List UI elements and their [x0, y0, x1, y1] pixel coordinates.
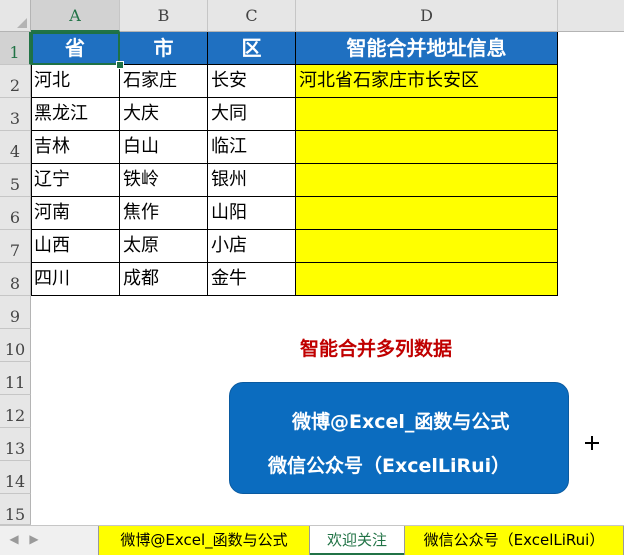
table-cell[interactable]: 大庆 — [120, 98, 208, 131]
info-box-wechat: 微信公众号（ExcelLiRui） — [268, 455, 511, 477]
table-cell[interactable]: 河北 — [31, 65, 120, 98]
merged-address-cell[interactable] — [296, 197, 558, 230]
table-cell[interactable]: 太原 — [120, 230, 208, 263]
info-box: 微博@Excel_函数与公式 微信公众号（ExcelLiRui） — [229, 382, 569, 494]
table-cell[interactable]: 四川 — [31, 263, 120, 296]
table-left-border — [31, 32, 32, 296]
table-cell[interactable]: 辽宁 — [31, 164, 120, 197]
merged-address-cell[interactable] — [296, 98, 558, 131]
table-cell[interactable]: 临江 — [208, 131, 296, 164]
merged-address-cell[interactable] — [296, 230, 558, 263]
table-header-province[interactable]: 省 — [31, 32, 120, 65]
fill-handle[interactable] — [116, 61, 124, 69]
tab-scroll-left-icon[interactable]: ◀ — [4, 532, 24, 550]
sheet-tab-weibo[interactable]: 微博@Excel_函数与公式 — [98, 526, 310, 555]
table-cell[interactable]: 成都 — [120, 263, 208, 296]
table-cell[interactable]: 金牛 — [208, 263, 296, 296]
table-cell[interactable]: 铁岭 — [120, 164, 208, 197]
select-all-triangle-icon — [17, 18, 27, 28]
table-header-district[interactable]: 区 — [208, 32, 296, 65]
table-cell[interactable]: 黑龙江 — [31, 98, 120, 131]
column-header-b[interactable]: B — [120, 0, 208, 32]
column-header-d[interactable]: D — [296, 0, 558, 32]
table-cell[interactable]: 长安 — [208, 65, 296, 98]
row-header-6[interactable]: 6 — [0, 197, 31, 230]
table-cell[interactable]: 大同 — [208, 98, 296, 131]
column-header-a[interactable]: A — [31, 0, 120, 32]
cell-cursor-icon — [585, 436, 599, 450]
sheet-tab-welcome[interactable]: 欢迎关注 — [310, 526, 404, 555]
sheet-tab-bar: ◀ ▶ 微博@Excel_函数与公式 欢迎关注 微信公众号（ExcelLiRui… — [0, 525, 624, 555]
table-cell[interactable]: 石家庄 — [120, 65, 208, 98]
row-header-1[interactable]: 1 — [0, 32, 31, 65]
table-cell[interactable]: 银州 — [208, 164, 296, 197]
row-header-14[interactable]: 14 — [0, 461, 31, 494]
row-header-13[interactable]: 13 — [0, 428, 31, 461]
column-header-c[interactable]: C — [208, 0, 296, 32]
row-header-11[interactable]: 11 — [0, 362, 31, 395]
annotation-title: 智能合并多列数据 — [300, 338, 453, 360]
table-cell[interactable]: 河南 — [31, 197, 120, 230]
row-header-3[interactable]: 3 — [0, 98, 31, 131]
table-cell[interactable]: 山阳 — [208, 197, 296, 230]
merged-address-cell[interactable]: 河北省石家庄市长安区 — [296, 65, 558, 98]
merged-address-cell[interactable] — [296, 131, 558, 164]
table-cell[interactable]: 白山 — [120, 131, 208, 164]
column-header-e[interactable] — [558, 0, 624, 32]
table-header-merged-address[interactable]: 智能合并地址信息 — [296, 32, 558, 65]
row-header-15[interactable]: 15 — [0, 494, 31, 525]
row-header-10[interactable]: 10 — [0, 329, 31, 362]
row-header-7[interactable]: 7 — [0, 230, 31, 263]
row-header-8[interactable]: 8 — [0, 263, 31, 296]
row-header-2[interactable]: 2 — [0, 65, 31, 98]
merged-address-cell[interactable] — [296, 164, 558, 197]
row-header-4[interactable]: 4 — [0, 131, 31, 164]
row-header-9[interactable]: 9 — [0, 296, 31, 329]
sheet-tab-wechat[interactable]: 微信公众号（ExcelLiRui） — [404, 526, 624, 555]
merged-address-cell[interactable] — [296, 263, 558, 296]
table-cell[interactable]: 焦作 — [120, 197, 208, 230]
table-header-city[interactable]: 市 — [120, 32, 208, 65]
tab-scroll-right-icon[interactable]: ▶ — [24, 532, 44, 550]
row-header-12[interactable]: 12 — [0, 395, 31, 428]
table-cell[interactable]: 山西 — [31, 230, 120, 263]
info-box-weibo: 微博@Excel_函数与公式 — [292, 411, 510, 433]
table-cell[interactable]: 吉林 — [31, 131, 120, 164]
row-header-5[interactable]: 5 — [0, 164, 31, 197]
select-all-corner[interactable] — [0, 0, 31, 32]
table-cell[interactable]: 小店 — [208, 230, 296, 263]
spreadsheet-grid[interactable]: A B C D 1 2 3 4 5 6 7 8 9 10 11 12 13 14… — [0, 0, 624, 525]
